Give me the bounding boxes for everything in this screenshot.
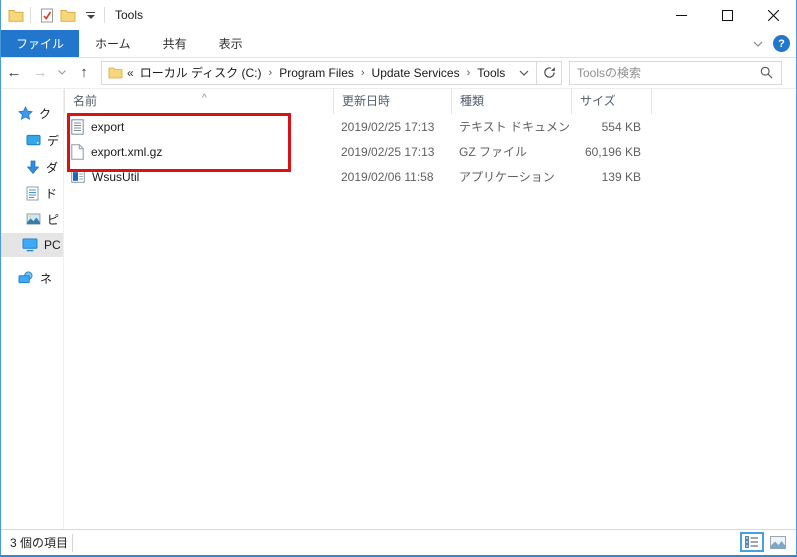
sidebar-item-label: ダ (46, 160, 59, 175)
sidebar-item-label: PC (44, 238, 61, 252)
application-icon (71, 170, 85, 183)
sidebar-item-desktop[interactable]: デ (1, 128, 63, 152)
minimize-button[interactable] (658, 0, 704, 30)
column-header-modified[interactable]: 更新日時 (333, 88, 451, 114)
explorer-app-icon (8, 9, 24, 22)
table-row[interactable]: WsusUtil 2019/02/06 11:58 アプリケーション 139 K… (64, 164, 795, 189)
sidebar-item-downloads[interactable]: ダ (1, 155, 63, 179)
tab-share[interactable]: 共有 (147, 30, 203, 57)
explorer-window: Tools ファイル ホーム 共有 表示 ? ← → ↑ « ローカル ディスク… (0, 0, 797, 557)
address-bar[interactable]: « ローカル ディスク (C:) › Program Files › Updat… (101, 60, 562, 85)
file-name: WsusUtil (92, 169, 140, 184)
recent-locations-icon[interactable] (53, 70, 71, 75)
divider (104, 7, 105, 23)
sidebar-item-label: デ (47, 133, 60, 148)
search-input[interactable] (570, 65, 752, 80)
column-header-name[interactable]: 名前 (64, 88, 333, 114)
expand-ribbon-icon[interactable] (753, 41, 763, 47)
sidebar-item-network[interactable]: ネ (1, 266, 63, 290)
ribbon-tabs: ファイル ホーム 共有 表示 ? (1, 30, 796, 58)
title-bar: Tools (1, 0, 796, 30)
breadcrumb-item[interactable]: Program Files (273, 66, 360, 80)
tab-home[interactable]: ホーム (79, 30, 147, 57)
folder-icon (108, 67, 123, 79)
column-header-type[interactable]: 種類 (451, 88, 571, 114)
back-icon[interactable]: ← (1, 64, 27, 81)
documents-icon (26, 186, 39, 201)
file-name: export (91, 119, 125, 134)
column-header-size[interactable]: サイズ (571, 88, 651, 114)
status-bar: 3 個の項目 (1, 529, 796, 555)
file-type: テキスト ドキュメント (459, 120, 571, 134)
file-name: export.xml.gz (91, 144, 163, 159)
refresh-icon[interactable] (536, 61, 561, 84)
breadcrumb-item[interactable]: ローカル ディスク (C:) (134, 64, 268, 81)
item-count: 3 個の項目 (1, 533, 73, 552)
divider (30, 7, 31, 23)
navigation-pane: ク デ ダ ド ピ PC ネ (1, 88, 64, 530)
sidebar-item-label: ク (39, 106, 52, 121)
tab-file[interactable]: ファイル (1, 30, 80, 57)
file-modified: 2019/02/25 17:13 (341, 144, 435, 159)
large-icons-view-button[interactable] (766, 532, 790, 552)
sidebar-item-pc[interactable]: PC (1, 233, 63, 257)
new-folder-icon[interactable] (57, 7, 79, 24)
forward-icon[interactable]: → (27, 64, 53, 81)
file-list: ^ 名前 更新日時 種類 サイズ export 2019/02/25 17:13… (64, 88, 795, 530)
file-size: 60,196 KB (584, 144, 641, 159)
column-headers: ^ 名前 更新日時 種類 サイズ (64, 88, 795, 114)
desktop-icon (26, 134, 41, 147)
pc-icon (22, 238, 38, 252)
tab-view[interactable]: 表示 (203, 30, 259, 57)
search-icon[interactable] (752, 66, 781, 79)
search-box (569, 60, 782, 85)
breadcrumb: « ローカル ディスク (C:) › Program Files › Updat… (123, 62, 512, 84)
sidebar-item-quick-access[interactable]: ク (1, 101, 63, 125)
sidebar-item-label: ネ (40, 271, 53, 286)
sidebar-item-label: ド (45, 186, 58, 201)
pictures-icon (26, 213, 41, 225)
address-dropdown-icon[interactable] (512, 62, 536, 84)
sidebar-item-label: ピ (47, 212, 60, 227)
file-modified: 2019/02/25 17:13 (341, 119, 435, 134)
close-button[interactable] (750, 0, 796, 30)
sidebar-item-pictures[interactable]: ピ (1, 207, 63, 231)
file-type: GZ ファイル (459, 145, 527, 159)
downloads-icon (26, 160, 40, 175)
file-type: アプリケーション (459, 170, 555, 184)
details-view-button[interactable] (740, 532, 764, 552)
network-icon (18, 271, 34, 285)
breadcrumb-item[interactable]: Update Services (366, 66, 466, 80)
window-controls (658, 0, 796, 30)
table-row[interactable]: export 2019/02/25 17:13 テキスト ドキュメント 554 … (64, 114, 795, 139)
column-header-spacer (651, 88, 795, 114)
file-modified: 2019/02/06 11:58 (341, 169, 434, 184)
sidebar-item-documents[interactable]: ド (1, 181, 63, 205)
sort-ascending-icon: ^ (202, 93, 207, 104)
help-button[interactable]: ? (773, 35, 790, 52)
breadcrumb-overflow[interactable]: « (123, 66, 134, 80)
file-size: 139 KB (601, 169, 641, 184)
properties-icon[interactable] (37, 6, 57, 25)
window-title: Tools (115, 8, 144, 22)
table-row[interactable]: export.xml.gz 2019/02/25 17:13 GZ ファイル 6… (64, 139, 795, 164)
file-size: 554 KB (601, 119, 641, 134)
file-icon (71, 143, 84, 160)
up-icon[interactable]: ↑ (71, 64, 97, 81)
text-document-icon (71, 118, 84, 135)
address-toolbar: ← → ↑ « ローカル ディスク (C:) › Program Files ›… (1, 57, 796, 89)
breadcrumb-item[interactable]: Tools (471, 66, 511, 80)
customize-qat-icon[interactable] (83, 10, 98, 21)
quick-access-star-icon (18, 105, 33, 121)
maximize-button[interactable] (704, 0, 750, 30)
